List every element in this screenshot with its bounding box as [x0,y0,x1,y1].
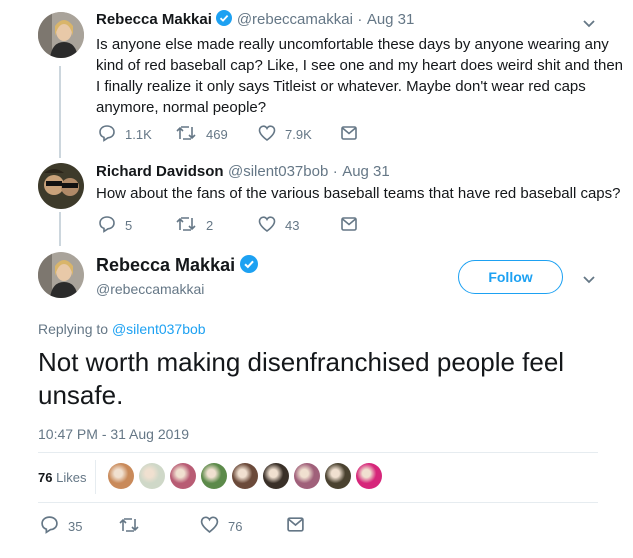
reply-count: 5 [125,218,133,233]
liker-avatar[interactable] [263,463,289,489]
retweet-button[interactable]: 2 [175,215,258,236]
liker-avatar[interactable] [232,463,258,489]
replying-to-link[interactable]: @silent037bob [112,321,206,337]
likes-stat-label: Likes [56,470,87,485]
like-count: 43 [285,218,300,233]
follow-button[interactable]: Follow [458,260,563,294]
author-handle[interactable]: @rebeccamakkai [96,281,204,297]
message-icon [286,516,314,536]
message-button[interactable] [340,125,367,144]
retweet-count: 469 [206,127,228,142]
stat-separator [95,460,96,494]
retweet-icon [118,516,149,537]
divider [38,452,598,453]
retweet-count: 2 [206,218,214,233]
separator-dot: · [332,163,338,180]
like-icon [200,515,228,537]
chevron-down-icon[interactable] [582,16,596,34]
timestamp[interactable]: 10:47 PM - 31 Aug 2019 [38,426,189,442]
liker-avatar[interactable] [108,463,134,489]
liker-avatar[interactable] [325,463,351,489]
author-handle[interactable]: @rebeccamakkai [237,11,353,28]
author-name[interactable]: Richard Davidson [96,163,224,180]
verified-icon [239,255,258,278]
reply-button[interactable]: 35 [40,515,118,537]
like-count: 7.9K [285,127,312,142]
like-icon [258,124,285,145]
likes-stat[interactable]: 76 Likes [38,470,86,485]
reply-icon [40,515,68,537]
liker-avatar[interactable] [170,463,196,489]
message-button[interactable] [340,216,367,235]
thread-line [59,212,61,246]
tweet-actions: 1.1K 469 7.9K [98,124,367,145]
author-name[interactable]: Rebecca Makkai [96,255,235,275]
tweet-actions: 5 2 43 [98,215,367,236]
main-tweet-actions: 35 76 [40,515,314,537]
avatar[interactable] [38,12,84,58]
like-button[interactable]: 43 [258,215,340,236]
replying-prefix: Replying to [38,321,109,337]
avatar[interactable] [38,163,84,209]
main-tweet-text: Not worth making disenfranchised people … [38,347,565,410]
like-count: 76 [228,518,243,534]
chevron-down-icon[interactable] [582,272,596,290]
tweet-text: Is anyone else made really uncomfortable… [96,36,623,116]
reply-icon [98,215,125,236]
author-handle[interactable]: @silent037bob [228,163,328,180]
reply-count: 35 [68,518,83,534]
liker-avatar[interactable] [294,463,320,489]
retweet-button[interactable] [118,516,200,537]
tweet-text: How about the fans of the various baseba… [96,185,621,202]
likers-avatars [108,463,387,489]
replying-to: Replying to @silent037bob [38,321,206,337]
message-icon [340,216,367,235]
thread-line [59,66,61,158]
retweet-icon [175,124,206,145]
reply-button[interactable]: 1.1K [98,124,175,145]
like-button[interactable]: 76 [200,515,286,537]
avatar[interactable] [38,252,84,298]
separator-dot: · [357,11,363,28]
verified-icon [216,10,233,31]
liker-avatar[interactable] [356,463,382,489]
reply-count: 1.1K [125,127,152,142]
divider [38,502,598,503]
reply-button[interactable]: 5 [98,215,175,236]
retweet-icon [175,215,206,236]
tweet-date[interactable]: Aug 31 [342,163,390,180]
message-icon [340,125,367,144]
author-name[interactable]: Rebecca Makkai [96,11,212,28]
tweet-date[interactable]: Aug 31 [367,11,415,28]
reply-icon [98,124,125,145]
message-button[interactable] [286,516,314,536]
retweet-button[interactable]: 469 [175,124,258,145]
like-button[interactable]: 7.9K [258,124,340,145]
liker-avatar[interactable] [139,463,165,489]
like-icon [258,215,285,236]
likes-stat-count: 76 [38,470,53,485]
liker-avatar[interactable] [201,463,227,489]
